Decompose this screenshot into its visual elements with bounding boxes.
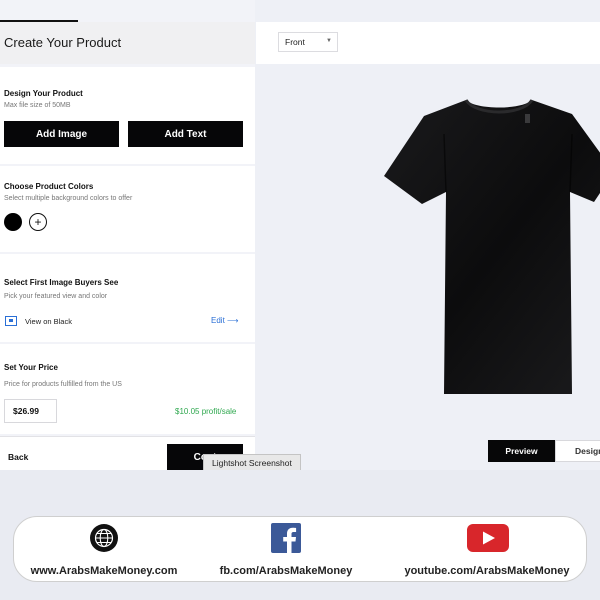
edit-featured-link[interactable]: Edit ⟶	[211, 316, 238, 325]
chevron-down-icon: ▼	[326, 38, 332, 44]
colors-subtitle: Select multiple background colors to off…	[4, 195, 133, 202]
price-subtitle: Price for products fulfilled from the US	[4, 381, 122, 388]
page-title: Create Your Product	[4, 35, 122, 50]
featured-title: Select First Image Buyers See	[4, 278, 119, 287]
colors-card: Choose Product Colors Select multiple ba…	[0, 166, 255, 252]
social-banner: www.ArabsMakeMoney.com fb.com/ArabsMakeM…	[13, 516, 587, 582]
add-image-button[interactable]: Add Image	[4, 121, 119, 147]
price-card: Set Your Price Price for products fulfil…	[0, 344, 255, 434]
tab-design[interactable]: Design	[555, 440, 600, 462]
preview-area	[256, 64, 600, 470]
tab-preview[interactable]: Preview	[488, 440, 555, 462]
website-link[interactable]: www.ArabsMakeMoney.com	[14, 523, 194, 579]
profit-label: $10.05 profit/sale	[175, 407, 237, 416]
website-text: www.ArabsMakeMoney.com	[30, 565, 178, 577]
color-swatch-black[interactable]	[4, 213, 22, 231]
design-title: Design Your Product	[4, 89, 83, 98]
add-color-button[interactable]: +	[29, 213, 47, 231]
facebook-text: fb.com/ArabsMakeMoney	[219, 565, 353, 577]
app-window: Create Your Product Design Your Product …	[0, 0, 600, 472]
design-card: Design Your Product Max file size of 50M…	[0, 67, 255, 164]
add-text-button[interactable]: Add Text	[128, 121, 243, 147]
facebook-icon	[271, 523, 301, 553]
colors-title: Choose Product Colors	[4, 182, 94, 191]
panel-header: Create Your Product	[0, 22, 255, 64]
globe-icon	[90, 524, 118, 552]
featured-card: Select First Image Buyers See Pick your …	[0, 254, 255, 342]
featured-view-label: View on Black	[25, 317, 72, 326]
youtube-link[interactable]: youtube.com/ArabsMakeMoney	[397, 523, 577, 579]
view-select[interactable]: Front ▼	[278, 32, 338, 52]
facebook-link[interactable]: fb.com/ArabsMakeMoney	[196, 523, 376, 579]
back-button[interactable]: Back	[8, 452, 28, 462]
preview-toolbar: Front ▼	[256, 22, 600, 64]
featured-subtitle: Pick your featured view and color	[4, 293, 108, 300]
youtube-icon	[467, 524, 509, 552]
tshirt-mockup-image	[384, 99, 600, 394]
image-view-icon	[5, 316, 17, 326]
youtube-text: youtube.com/ArabsMakeMoney	[404, 565, 570, 577]
design-subtitle: Max file size of 50MB	[4, 102, 71, 109]
price-title: Set Your Price	[4, 363, 58, 372]
price-input[interactable]: $26.99	[4, 399, 57, 423]
view-select-value: Front	[285, 37, 305, 47]
left-panel: Create Your Product Design Your Product …	[0, 0, 255, 470]
